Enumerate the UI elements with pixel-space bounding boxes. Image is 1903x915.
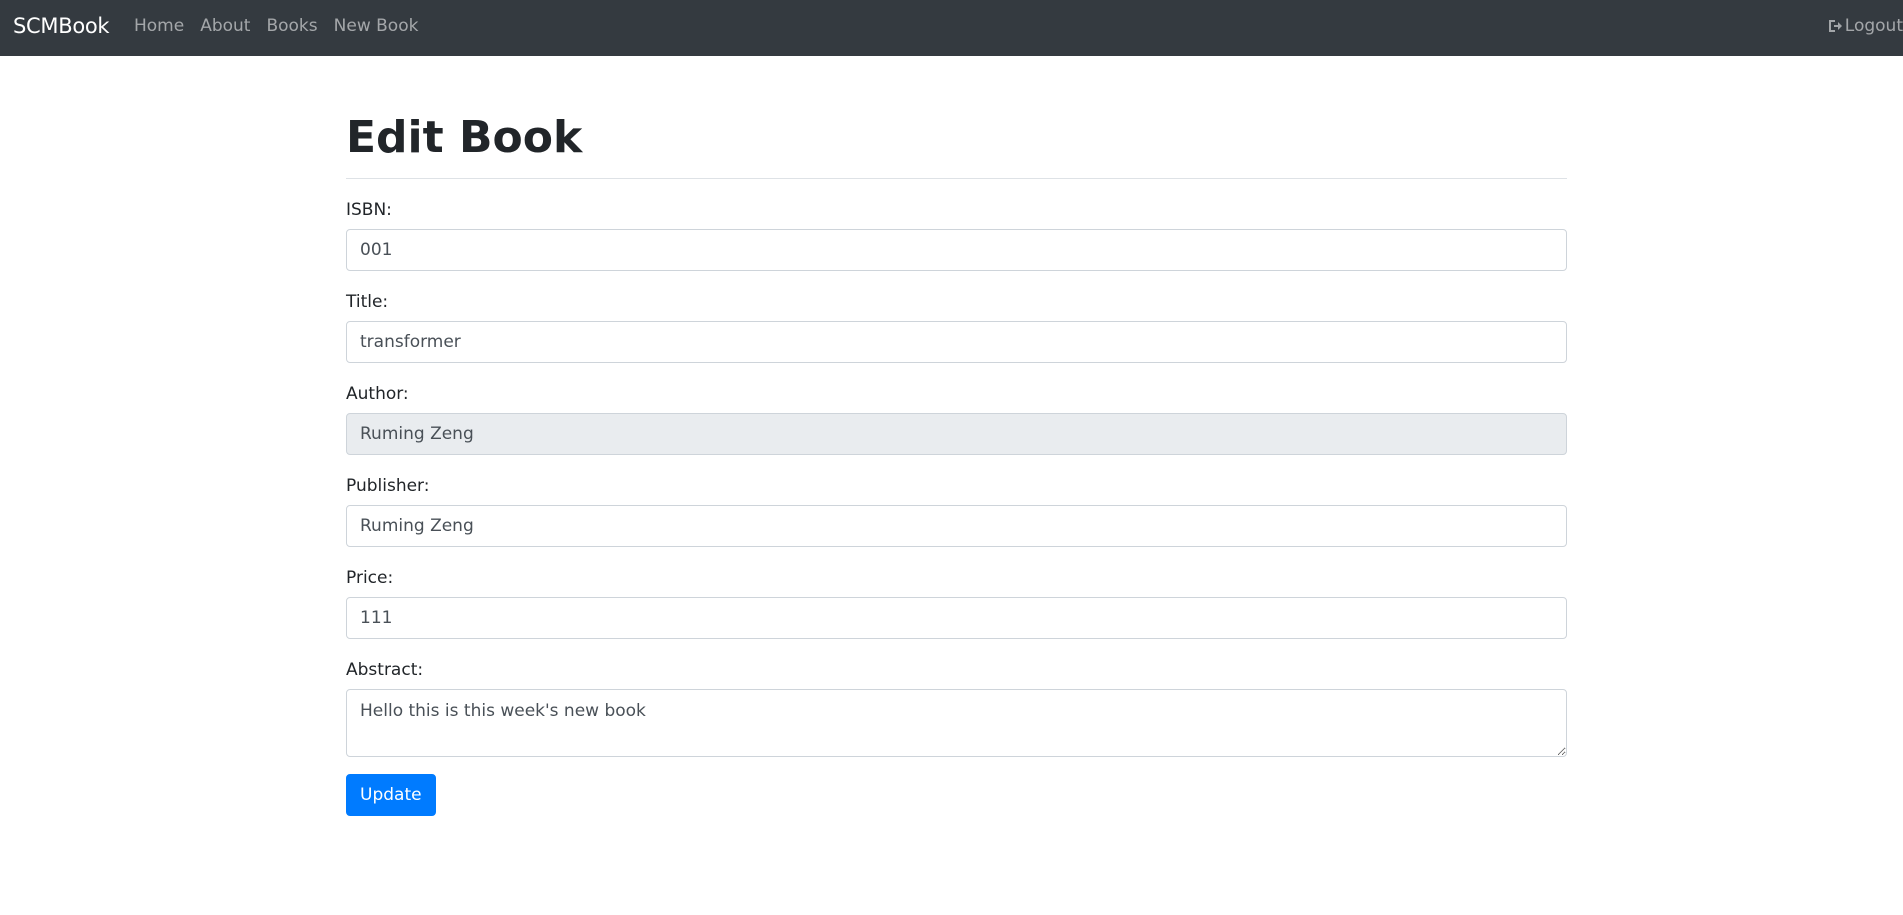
price-group: Price: <box>346 567 1567 639</box>
author-input[interactable] <box>346 413 1567 455</box>
abstract-group: Abstract: Hello this is this week's new … <box>346 659 1567 757</box>
isbn-label: ISBN: <box>346 200 392 220</box>
title-divider <box>346 178 1567 179</box>
publisher-group: Publisher: <box>346 475 1567 547</box>
isbn-group: ISBN: <box>346 199 1567 271</box>
title-label: Title: <box>346 292 389 312</box>
brand-link[interactable]: SCMBook <box>13 12 110 40</box>
logout-link[interactable]: Logout <box>1827 15 1903 37</box>
nav-links: Home About Books New Book <box>134 15 418 37</box>
abstract-label: Abstract: <box>346 660 424 680</box>
price-input[interactable] <box>346 597 1567 639</box>
main-container: Edit Book ISBN: Title: Author: Publisher… <box>346 56 1567 816</box>
update-button[interactable]: Update <box>346 774 436 816</box>
publisher-label: Publisher: <box>346 476 430 496</box>
publisher-input[interactable] <box>346 505 1567 547</box>
nav-link-about[interactable]: About <box>200 15 250 37</box>
title-group: Title: <box>346 291 1567 363</box>
abstract-textarea[interactable]: Hello this is this week's new book <box>346 689 1567 757</box>
author-label: Author: <box>346 384 409 404</box>
nav-link-new-book[interactable]: New Book <box>334 15 419 37</box>
nav-link-books[interactable]: Books <box>266 15 317 37</box>
edit-book-form: ISBN: Title: Author: Publisher: Price: A… <box>346 199 1567 816</box>
author-group: Author: <box>346 383 1567 455</box>
nav-link-home[interactable]: Home <box>134 15 184 37</box>
title-input[interactable] <box>346 321 1567 363</box>
isbn-input[interactable] <box>346 229 1567 271</box>
page-title: Edit Book <box>346 112 583 163</box>
price-label: Price: <box>346 568 394 588</box>
sign-out-icon <box>1827 18 1843 34</box>
logout-label: Logout <box>1844 16 1903 36</box>
top-navbar: SCMBook Home About Books New Book Logout <box>0 0 1903 56</box>
